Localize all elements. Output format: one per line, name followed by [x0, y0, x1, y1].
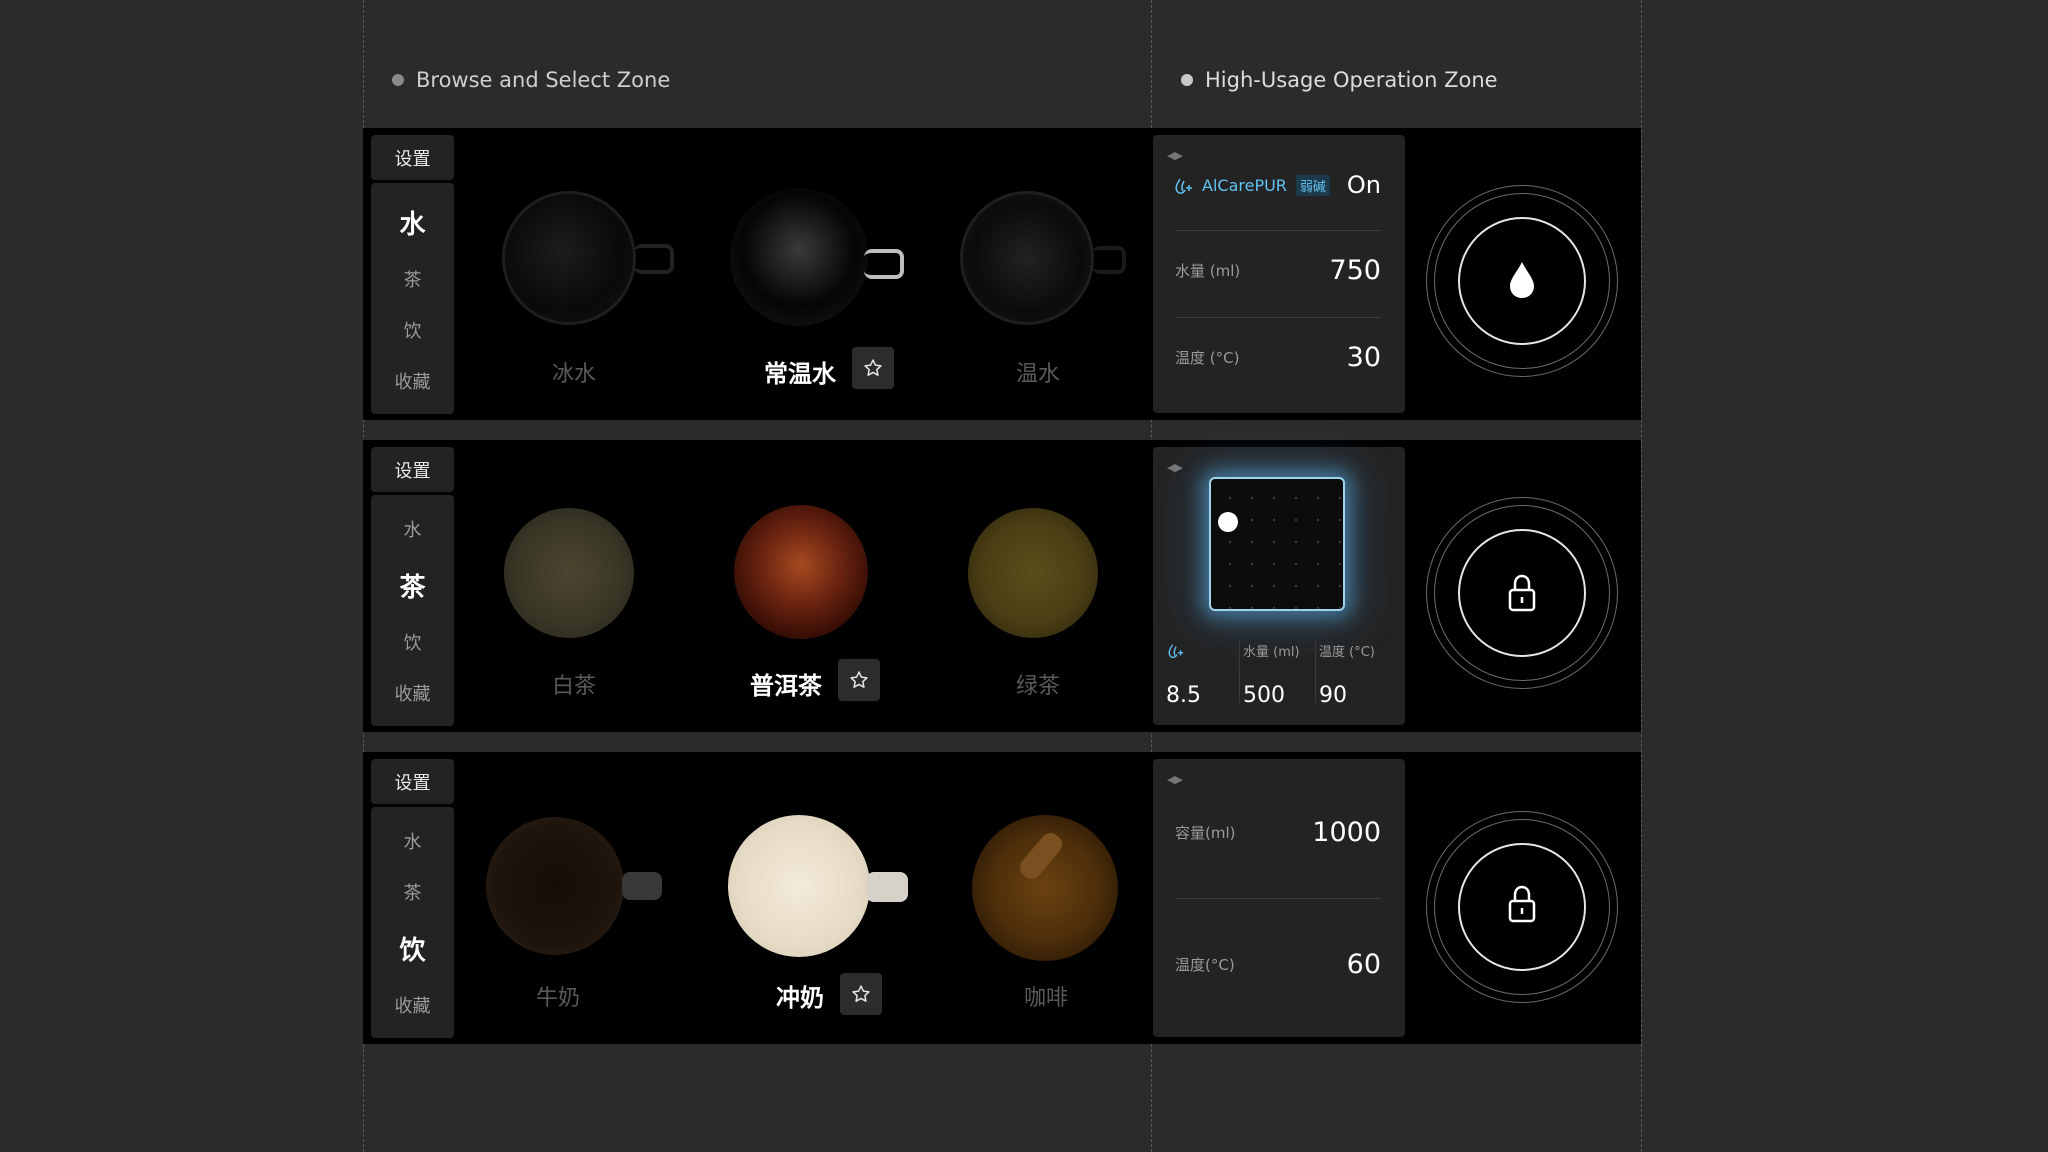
- nav-item-drinks[interactable]: 饮: [399, 930, 425, 967]
- capacity-label: 容量(ml): [1175, 824, 1236, 842]
- nav-item-water[interactable]: 水: [399, 204, 425, 241]
- item-milk-label[interactable]: 牛奶: [478, 980, 638, 1012]
- favorite-button[interactable]: [838, 659, 880, 701]
- milk-cup-image[interactable]: [486, 817, 624, 955]
- favorite-button[interactable]: [852, 347, 894, 389]
- temperature-value[interactable]: 60: [1347, 949, 1381, 980]
- divider: [1175, 898, 1381, 899]
- operation-zone-label: High-Usage Operation Zone: [1181, 68, 1498, 92]
- star-icon: [864, 359, 882, 376]
- white-tea-cup-image[interactable]: [504, 508, 634, 638]
- capacity-value[interactable]: 1000: [1312, 817, 1381, 848]
- operation-zone-title: High-Usage Operation Zone: [1205, 68, 1498, 92]
- item-warm-water-label[interactable]: 温水: [958, 356, 1118, 388]
- browse-zone-title: Browse and Select Zone: [416, 68, 671, 92]
- brand-label: AlCarePUR: [1202, 176, 1287, 195]
- water-drop-icon: [1510, 262, 1534, 298]
- nav-item-tea[interactable]: 茶: [404, 879, 422, 905]
- volume-label: 水量 (ml): [1243, 645, 1300, 660]
- category-nav: 水 茶 饮 收藏: [371, 495, 454, 726]
- temperature-row[interactable]: 温度(°C) 60: [1175, 949, 1381, 980]
- browse-zone-label: Browse and Select Zone: [392, 68, 670, 92]
- ph-value[interactable]: 8.5: [1166, 683, 1201, 708]
- temperature-label: 温度 (°C): [1319, 645, 1375, 660]
- divider: [1175, 230, 1381, 231]
- dot-icon: [392, 74, 404, 86]
- category-nav: 水 茶 饮 收藏: [371, 183, 454, 414]
- star-icon: [852, 985, 870, 1002]
- temperature-volume-pad[interactable]: [1209, 477, 1345, 611]
- cup-handle: [634, 244, 674, 274]
- unlock-icon: [1508, 885, 1536, 923]
- nav-item-water[interactable]: 水: [404, 516, 422, 542]
- nav-item-drinks[interactable]: 饮: [404, 629, 422, 655]
- pad-cursor[interactable]: [1218, 512, 1238, 532]
- pad-grid: [1211, 479, 1343, 609]
- alcarepur-mode[interactable]: AlCarePUR 弱碱: [1174, 175, 1330, 196]
- lock-icon: [1508, 574, 1536, 612]
- star-icon: [850, 671, 868, 688]
- temperature-row[interactable]: 温度 (°C) 30: [1175, 342, 1381, 373]
- water-plus-icon: [1168, 644, 1184, 658]
- nav-item-tea[interactable]: 茶: [404, 266, 422, 292]
- temperature-label: 温度(°C): [1175, 956, 1235, 974]
- nav-item-favorites[interactable]: 收藏: [395, 368, 431, 394]
- settings-button[interactable]: 设置: [371, 135, 454, 180]
- status-value[interactable]: On: [1347, 171, 1381, 199]
- water-plus-icon: [1175, 178, 1192, 194]
- nav-item-tea[interactable]: 茶: [399, 567, 425, 604]
- nav-item-drinks[interactable]: 饮: [404, 317, 422, 343]
- volume-value[interactable]: 500: [1243, 683, 1285, 708]
- temperature-value[interactable]: 30: [1347, 342, 1381, 373]
- drink-settings-panel: ◀▶ 容量(ml) 1000 温度(°C) 60: [1153, 759, 1405, 1037]
- dot-icon: [1181, 74, 1193, 86]
- guide-line: [1641, 0, 1642, 1152]
- room-temp-water-cup-image[interactable]: [730, 188, 868, 326]
- dispense-dial[interactable]: [1426, 185, 1618, 377]
- divider: [1315, 639, 1316, 703]
- water-settings-panel: ◀▶ AlCarePUR 弱碱 On 水量 (ml) 750 温度 (°C) 3…: [1153, 135, 1405, 413]
- divider: [1175, 317, 1381, 318]
- nav-item-favorites[interactable]: 收藏: [395, 680, 431, 706]
- item-ice-water-label[interactable]: 冰水: [494, 356, 654, 388]
- nav-item-favorites[interactable]: 收藏: [395, 992, 431, 1018]
- capacity-row[interactable]: 容量(ml) 1000: [1175, 817, 1381, 848]
- swap-arrows-icon[interactable]: ◀▶: [1167, 149, 1183, 162]
- swap-arrows-icon[interactable]: ◀▶: [1167, 773, 1183, 786]
- category-nav: 水 茶 饮 收藏: [371, 807, 454, 1038]
- temperature-value[interactable]: 90: [1319, 683, 1347, 708]
- cup-handle: [864, 249, 904, 279]
- warm-water-cup-image[interactable]: [960, 191, 1094, 325]
- tea-settings-panel: ◀▶ 水量 (ml) 温度 (°C) 8.5 500 90: [1153, 447, 1405, 725]
- cup-handle: [866, 872, 908, 902]
- puer-tea-cup-image[interactable]: [734, 505, 868, 639]
- ice-water-cup-image[interactable]: [502, 191, 636, 325]
- volume-row[interactable]: 水量 (ml) 750: [1175, 255, 1381, 286]
- cup-handle: [622, 872, 662, 900]
- item-coffee-label[interactable]: 咖啡: [966, 980, 1126, 1012]
- swap-arrows-icon[interactable]: ◀▶: [1167, 461, 1183, 474]
- item-white-tea-label[interactable]: 白茶: [494, 668, 654, 700]
- volume-label: 水量 (ml): [1175, 262, 1241, 280]
- settings-button[interactable]: 设置: [371, 759, 454, 804]
- settings-button[interactable]: 设置: [371, 447, 454, 492]
- divider: [1239, 639, 1240, 703]
- alkaline-badge: 弱碱: [1295, 175, 1330, 196]
- favorite-button[interactable]: [840, 973, 882, 1015]
- cup-handle: [1092, 246, 1126, 274]
- dispense-dial[interactable]: [1426, 811, 1618, 1003]
- dispense-dial[interactable]: [1426, 497, 1618, 689]
- item-green-tea-label[interactable]: 绿茶: [958, 668, 1118, 700]
- green-tea-cup-image[interactable]: [968, 508, 1098, 638]
- volume-value[interactable]: 750: [1329, 255, 1381, 286]
- nav-item-water[interactable]: 水: [404, 828, 422, 854]
- formula-milk-cup-image[interactable]: [728, 815, 870, 957]
- temperature-label: 温度 (°C): [1175, 349, 1240, 367]
